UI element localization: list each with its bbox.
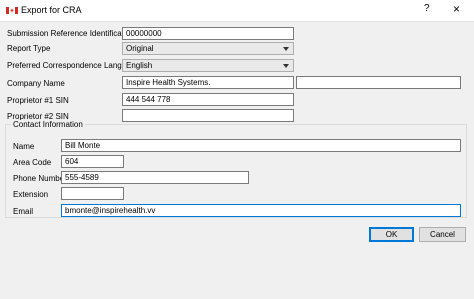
chevron-down-icon [283, 47, 289, 51]
extension-label: Extension [13, 190, 49, 199]
proprietor1-sin-label: Proprietor #1 SIN [7, 96, 69, 105]
proprietor2-sin-input[interactable] [122, 109, 294, 122]
canada-flag-icon [6, 7, 18, 14]
contact-information-title: Contact Information [11, 120, 85, 129]
submission-ref-label: Submission Reference Identification [7, 29, 135, 38]
language-select[interactable]: English [122, 59, 294, 72]
contact-name-input[interactable]: Bill Monte [61, 139, 461, 152]
extension-input[interactable] [61, 187, 124, 200]
area-code-label: Area Code [13, 158, 52, 167]
report-type-label: Report Type [7, 44, 51, 53]
report-type-value: Original [126, 44, 154, 53]
phone-number-label: Phone Number [13, 174, 67, 183]
email-input[interactable]: bmonte@inspirehealth.vv [61, 204, 461, 217]
language-value: English [126, 61, 153, 70]
cancel-button[interactable]: Cancel [419, 227, 466, 242]
email-label: Email [13, 207, 34, 216]
proprietor1-sin-input[interactable]: 444 544 778 [122, 93, 294, 106]
company-name-input[interactable]: Inspire Health Systems. [122, 76, 294, 89]
help-button[interactable]: ? [424, 3, 430, 14]
report-type-select[interactable]: Original [122, 42, 294, 55]
contact-name-label: Name [13, 142, 35, 151]
submission-ref-input[interactable]: 00000000 [122, 27, 294, 40]
company-name-label: Company Name [7, 79, 65, 88]
ok-button[interactable]: OK [369, 227, 414, 242]
chevron-down-icon [283, 64, 289, 68]
area-code-input[interactable]: 604 [61, 155, 124, 168]
language-label: Preferred Correspondence Language [7, 61, 140, 70]
phone-number-input[interactable]: 555-4589 [61, 171, 249, 184]
close-button[interactable]: × [453, 2, 460, 16]
window-title: Export for CRA [21, 5, 82, 15]
company-name-line2-input[interactable] [296, 76, 461, 89]
title-bar: Export for CRA ? × [0, 0, 474, 22]
